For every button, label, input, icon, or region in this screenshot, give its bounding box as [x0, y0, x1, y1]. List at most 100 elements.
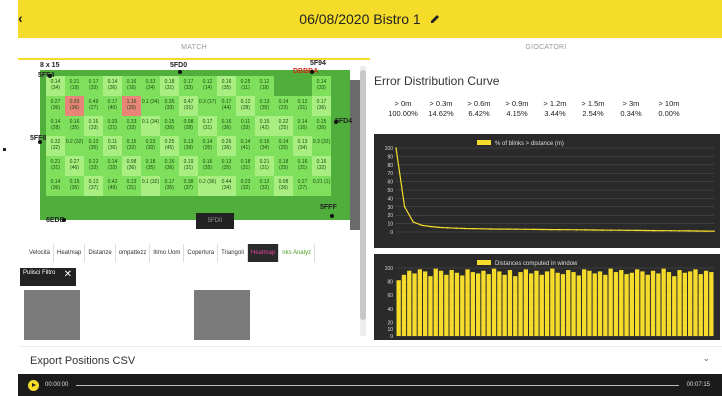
tool-tab-heatmap[interactable]: Heatmap	[54, 244, 86, 262]
heatmap-cell[interactable]: 0.16 (36)	[160, 156, 179, 176]
heatmap-cell[interactable]: 0.12 (14)	[198, 76, 217, 96]
heatmap-cell[interactable]: 0.08 (28)	[179, 116, 198, 136]
heatmap-cell[interactable]: 0.25 (45)	[160, 136, 179, 156]
heatmap-cell[interactable]	[122, 196, 141, 216]
heatmap-cell[interactable]	[160, 196, 179, 216]
heatmap-cell[interactable]	[46, 196, 65, 216]
heatmap-cell[interactable]: 0.27 (36)	[46, 96, 65, 116]
heatmap-cell[interactable]: 0.08 (36)	[122, 156, 141, 176]
heatmap-cell[interactable]: 0.23 (32)	[236, 176, 255, 196]
heatmap-cell[interactable]: 0.11 (36)	[103, 136, 122, 156]
tool-tab-triangoli[interactable]: Triangoli	[218, 244, 248, 262]
heatmap-cell[interactable]: 0.21 (1)	[312, 176, 331, 196]
heatmap-cell[interactable]: 0.1 (34)	[141, 96, 160, 116]
tool-tab-distanze[interactable]: Distanze	[85, 244, 116, 262]
heatmap-cell[interactable]: 0.44 (34)	[217, 176, 236, 196]
back-chevron-left-icon[interactable]: ‹	[18, 10, 23, 26]
heatmap-cell[interactable]: 0.13 (35)	[255, 96, 274, 116]
heatmap-cell[interactable]: 0.38 (37)	[179, 176, 198, 196]
heatmap-cell[interactable]: 0.15 (30)	[160, 116, 179, 136]
heatmap-cell[interactable]: 0.42 (49)	[103, 176, 122, 196]
heatmap-cell[interactable]: 0.17 (40)	[103, 96, 122, 116]
heatmap-cell[interactable]: 0.14 (33)	[312, 76, 331, 96]
heatmap-cell[interactable]	[293, 76, 312, 96]
heatmap-cell[interactable]: 0.14 (36)	[103, 76, 122, 96]
heatmap-cell[interactable]: 0.18 (31)	[236, 156, 255, 176]
player-thumbnail[interactable]	[24, 290, 80, 340]
heatmap-cell[interactable]: 0.16 (35)	[217, 76, 236, 96]
heatmap-cell[interactable]: 0.13 (34)	[293, 136, 312, 156]
play-icon[interactable]	[28, 379, 39, 391]
heatmap-cell[interactable]: 0.12 (31)	[293, 96, 312, 116]
heatmap-cell[interactable]: 0.08 (36)	[274, 176, 293, 196]
player-thumbnail[interactable]	[194, 290, 250, 340]
heatmap-cell[interactable]: 0.93 (36)	[65, 96, 84, 116]
heatmap-cell[interactable]: 0.18 (25)	[274, 156, 293, 176]
tool-tab-copertura[interactable]: Copertura	[184, 244, 219, 262]
heatmap-cell[interactable]: 0.16 (36)	[217, 116, 236, 136]
tool-tab-velocita[interactable]: Velocità	[26, 244, 55, 262]
heatmap-cell[interactable]: 0.17 (35)	[160, 176, 179, 196]
heatmap-cell[interactable]: 0.22 (33)	[84, 156, 103, 176]
tab-giocatori[interactable]: GIOCATORI	[370, 38, 722, 60]
tool-tab-heatmap-active[interactable]: Heatmap	[247, 244, 280, 262]
heatmap-cell[interactable]: 0.16 (33)	[84, 116, 103, 136]
heatmap-cell[interactable]	[84, 196, 103, 216]
heatmap-cell[interactable]: 0.14 (23)	[274, 96, 293, 116]
heatmap-cell[interactable]	[141, 196, 160, 216]
heatmap-cell[interactable]: 0.14 (25)	[274, 136, 293, 156]
heatmap-cell[interactable]: 0.32 (32)	[46, 136, 65, 156]
heatmap-cell[interactable]: 0.33 (21)	[103, 116, 122, 136]
heatmap-cell[interactable]: 0.16 (34)	[255, 136, 274, 156]
heatmap-cell[interactable]: 0.14 (36)	[46, 176, 65, 196]
heatmap-cell[interactable]: 0.13 (37)	[84, 176, 103, 196]
heatmap-cell[interactable]: 0.3 (32)	[312, 136, 331, 156]
heatmap-cell[interactable]: 0.14 (35)	[198, 136, 217, 156]
heatmap-cell[interactable]: 0.33 (33)	[122, 116, 141, 136]
heatmap-cell[interactable]: 0.22 (25)	[274, 116, 293, 136]
heatmap-cell[interactable]: 0.18 (35)	[141, 156, 160, 176]
heatmap-cell[interactable]: 0.13 (31)	[122, 176, 141, 196]
heatmap-cell[interactable]: 0.14 (33)	[103, 156, 122, 176]
heatmap-cell[interactable]: 0.35 (33)	[160, 96, 179, 116]
heatmap-cell[interactable]: 0.25 (11)	[236, 76, 255, 96]
heatmap-cell[interactable]: 0.21 (31)	[46, 156, 65, 176]
heatmap-cell[interactable]: 0.21 (31)	[255, 156, 274, 176]
heatmap-cell[interactable]: 0.12 (18)	[255, 76, 274, 96]
heatmap-cell[interactable]: 0.11 (33)	[236, 116, 255, 136]
heatmap-cell[interactable]: 0.49 (27)	[84, 96, 103, 116]
heatmap-cell[interactable]	[103, 196, 122, 216]
heatmap-cell[interactable]: 0.16 (32)	[312, 156, 331, 176]
heatmap-cell[interactable]: 0.2 (32)	[65, 136, 84, 156]
heatmap-cell[interactable]: 0.18 (31)	[160, 76, 179, 96]
clear-filter-button[interactable]: Pulisci Filtro ✕	[20, 268, 76, 286]
heatmap-cell[interactable]: 0.17 (31)	[198, 116, 217, 136]
seek-track[interactable]	[76, 384, 679, 386]
heatmap-cell[interactable]: 0.17 (44)	[217, 96, 236, 116]
heatmap-cell[interactable]: 0.12 (28)	[236, 96, 255, 116]
heatmap-cell[interactable]: 0.15 (42)	[255, 116, 274, 136]
heatmap-cell[interactable]: 0.17 (33)	[179, 76, 198, 96]
heatmap-cell[interactable]: 0.47 (31)	[179, 96, 198, 116]
heatmap-cell[interactable]: 0.17 (36)	[312, 96, 331, 116]
heatmap-cell[interactable]: 0.14 (16)	[293, 116, 312, 136]
heatmap-cell[interactable]: 0.16 (35)	[65, 116, 84, 136]
heatmap-cell[interactable]: 0.23 (30)	[141, 136, 160, 156]
heatmap-cell[interactable]: 0.13 (39)	[179, 136, 198, 156]
heatmap-cell[interactable]: 0.15 (32)	[122, 136, 141, 156]
export-positions-csv[interactable]: Export Positions CSV ⌄	[18, 346, 722, 374]
heatmap-cell[interactable]: 0.15 (30)	[312, 116, 331, 136]
heatmap-cell[interactable]: 0.17 (33)	[84, 76, 103, 96]
heatmap-cell[interactable]: 0.15 (35)	[65, 176, 84, 196]
tool-tab-ultimo-uomo[interactable]: ltimo Uom	[150, 244, 185, 262]
heatmap-cell[interactable]: 1.16 (26)	[122, 96, 141, 116]
left-scrollbar[interactable]	[360, 66, 366, 336]
heatmap-cell[interactable]: 0.19 (31)	[179, 156, 198, 176]
tool-tab-compattezza[interactable]: ompattezz	[116, 244, 151, 262]
heatmap-cell[interactable]: 0.16 (31)	[293, 156, 312, 176]
scrollbar-thumb[interactable]	[360, 70, 366, 320]
heatmap-cell[interactable]: 0.12 (32)	[255, 176, 274, 196]
heatmap-cell[interactable]: 0.33 (34)	[141, 76, 160, 96]
heatmap-cell[interactable]: 0.16 (35)	[198, 156, 217, 176]
heatmap-cell[interactable]: 0.14 (34)	[46, 76, 65, 96]
